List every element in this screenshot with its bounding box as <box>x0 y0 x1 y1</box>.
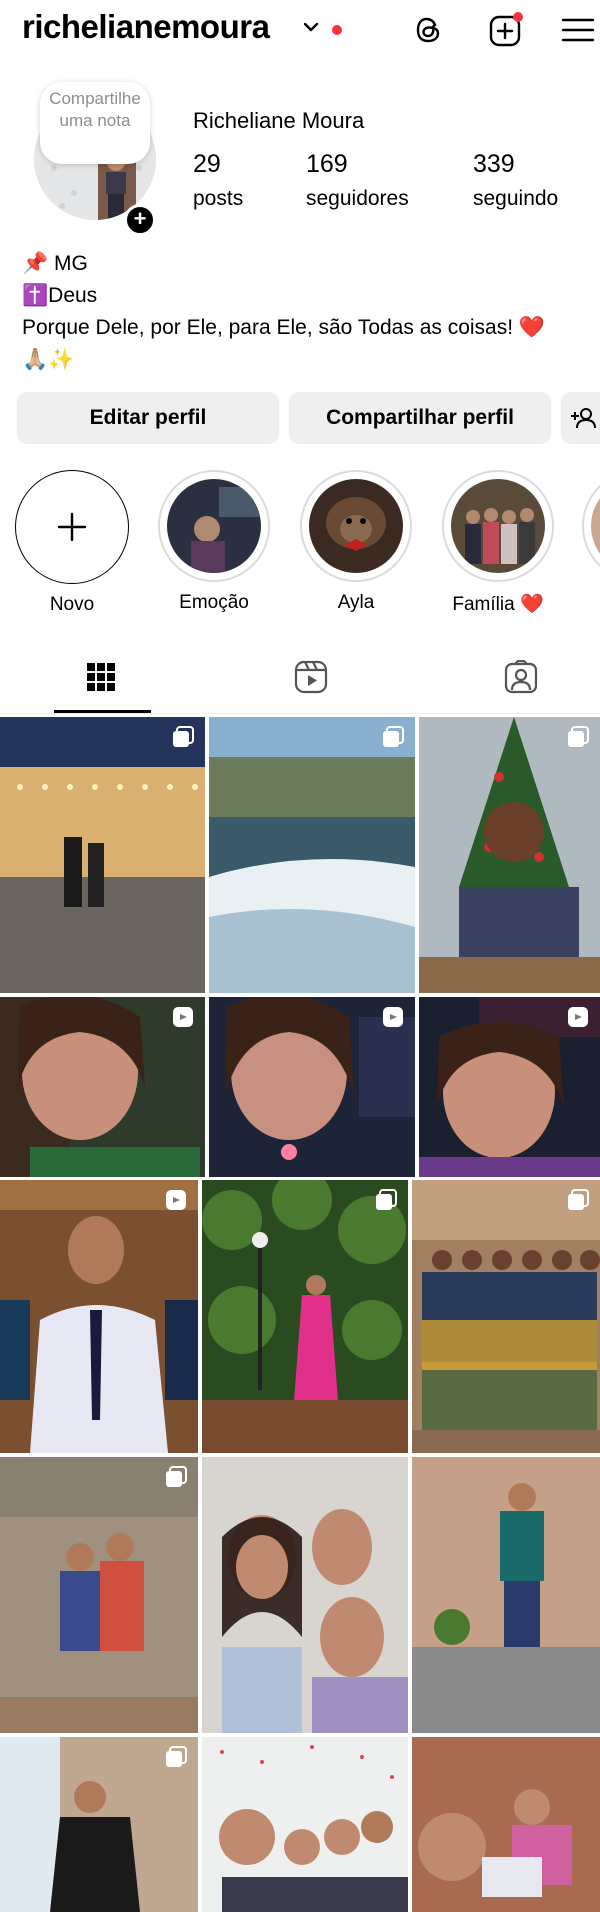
carousel-icon <box>568 726 589 747</box>
highlight-ayla[interactable]: Ayla <box>298 470 414 614</box>
grid-icon <box>87 663 115 691</box>
highlight-label: Família ❤️ <box>452 594 544 615</box>
post-thumbnail[interactable] <box>412 1180 600 1453</box>
post-image <box>412 1180 600 1453</box>
stat-following-label: seguindo <box>473 187 559 210</box>
highlight-label: Ayla <box>337 592 375 613</box>
highlight-ring <box>300 470 412 582</box>
highlight-cover-image <box>591 479 600 573</box>
stat-following[interactable]: 339 seguindo <box>473 150 558 211</box>
discover-people-button[interactable] <box>561 392 600 444</box>
new-highlight-ring <box>15 470 129 584</box>
stat-following-count: 339 <box>473 150 515 178</box>
carousel-icon <box>376 1189 397 1210</box>
share-profile-button[interactable]: Compartilhar perfil <box>289 392 551 444</box>
post-thumbnail[interactable] <box>209 717 415 993</box>
highlight-cover-image <box>309 479 403 573</box>
post-image <box>412 1457 600 1733</box>
post-image <box>0 1457 198 1733</box>
note-text: Compartilhe uma nota <box>49 89 141 130</box>
post-image <box>202 1737 408 1912</box>
highlight-cover-image <box>451 479 545 573</box>
plus-icon <box>57 512 87 542</box>
post-thumbnail[interactable] <box>202 1457 408 1733</box>
carousel-icon <box>383 726 404 747</box>
stat-posts-label: posts <box>193 187 244 210</box>
post-thumbnail[interactable] <box>419 717 600 993</box>
tagged-icon <box>504 660 538 694</box>
post-thumbnail[interactable] <box>0 1180 198 1453</box>
reel-icon <box>173 1007 193 1027</box>
highlight-emocao[interactable]: Emoção <box>156 470 272 614</box>
post-image <box>0 717 205 993</box>
post-thumbnail[interactable] <box>0 1737 198 1912</box>
reel-icon <box>383 1007 403 1027</box>
stat-posts[interactable]: 29 posts <box>193 150 243 211</box>
chevron-down-icon[interactable] <box>302 18 320 36</box>
highlight-new[interactable]: Novo <box>14 470 130 616</box>
highlight-cover-image <box>167 479 261 573</box>
highlight-familia[interactable]: Família ❤️ <box>440 470 556 616</box>
post-image <box>202 1180 408 1453</box>
highlight-partial[interactable] <box>582 470 600 582</box>
tab-reels[interactable] <box>200 648 400 714</box>
post-thumbnail[interactable] <box>0 1457 198 1733</box>
bio-line-verse: Porque Dele, por Ele, para Ele, são Toda… <box>22 316 546 339</box>
tab-tagged[interactable] <box>400 648 600 714</box>
post-thumbnail[interactable] <box>202 1737 408 1912</box>
post-thumbnail[interactable] <box>202 1180 408 1453</box>
post-thumbnail[interactable] <box>412 1737 600 1912</box>
carousel-icon <box>173 726 194 747</box>
post-image <box>202 1457 408 1733</box>
post-thumbnail[interactable] <box>0 997 205 1177</box>
post-thumbnail[interactable] <box>419 997 600 1177</box>
bio-line-location: 📌 MG <box>22 252 88 275</box>
profile-bio: 📌 MG ✝️Deus Porque Dele, por Ele, para E… <box>22 248 592 376</box>
highlight-ring <box>158 470 270 582</box>
reel-icon <box>568 1007 588 1027</box>
active-tab-indicator <box>54 710 151 713</box>
carousel-icon <box>166 1746 187 1767</box>
create-post-icon[interactable] <box>487 12 523 48</box>
add-story-plus-icon[interactable]: + <box>124 204 156 236</box>
post-thumbnail[interactable] <box>412 1457 600 1733</box>
menu-icon[interactable] <box>560 12 596 48</box>
carousel-icon <box>568 1189 589 1210</box>
notification-dot <box>332 25 342 35</box>
reel-icon <box>166 1190 186 1210</box>
highlight-label: Novo <box>49 594 95 615</box>
stat-followers[interactable]: 169 seguidores <box>306 150 409 211</box>
bio-line-emoji: 🙏🏼✨ <box>22 348 75 371</box>
highlight-ring <box>582 470 600 582</box>
reels-icon <box>294 660 328 694</box>
carousel-icon <box>166 1466 187 1487</box>
edit-profile-button[interactable]: Editar perfil <box>17 392 279 444</box>
stat-posts-count: 29 <box>193 150 221 178</box>
tab-posts-grid[interactable] <box>0 648 200 714</box>
note-bubble[interactable]: Compartilhe uma nota <box>40 82 150 164</box>
highlight-ring <box>442 470 554 582</box>
profile-full-name: Richeliane Moura <box>193 108 365 133</box>
stat-followers-label: seguidores <box>306 187 409 210</box>
highlight-label: Emoção <box>179 592 249 613</box>
post-image <box>419 717 600 993</box>
post-image <box>412 1737 600 1912</box>
bio-line-faith: ✝️Deus <box>22 284 98 307</box>
threads-icon[interactable] <box>411 12 447 48</box>
add-person-icon <box>571 408 596 429</box>
post-image <box>209 717 415 993</box>
post-thumbnail[interactable] <box>209 997 415 1177</box>
post-thumbnail[interactable] <box>0 717 205 993</box>
stat-followers-count: 169 <box>306 150 348 178</box>
post-image <box>0 1180 198 1453</box>
account-username[interactable]: richelianemoura <box>22 8 270 46</box>
